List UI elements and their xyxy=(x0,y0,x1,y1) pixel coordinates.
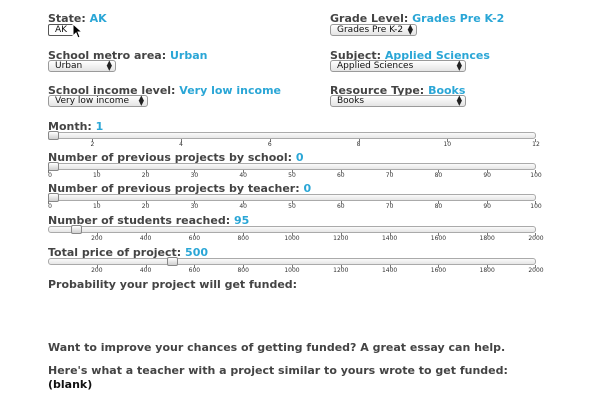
slider-track[interactable] xyxy=(48,163,536,170)
slider-tick-label: 20 xyxy=(141,203,150,210)
slider-tick-label: 1600 xyxy=(430,235,447,242)
slider-tick-label: 30 xyxy=(190,203,199,210)
slider-tick-label: 30 xyxy=(190,172,199,179)
slider-track[interactable] xyxy=(48,132,536,139)
slider-tick-label: 1800 xyxy=(479,267,495,274)
slider-tick-label: 200 xyxy=(91,235,103,242)
slider-tick-label: 1800 xyxy=(479,235,495,242)
slider-tick-label: 600 xyxy=(188,235,201,242)
essay-heading: Here's what a teacher with a project sim… xyxy=(48,364,508,377)
slider-tick-label: 400 xyxy=(139,267,152,274)
slider-tick-label: 2000 xyxy=(528,235,544,242)
slider-tick-label: 0 xyxy=(48,203,52,210)
slider-tick-label: 800 xyxy=(237,267,249,274)
slider-tick-label: 100 xyxy=(530,203,542,210)
metro-value: Urban xyxy=(169,49,208,62)
slider-tick-label: 70 xyxy=(385,172,394,179)
slider-tick-label: 2 xyxy=(90,141,95,148)
slider-handle[interactable] xyxy=(48,131,59,140)
select-arrows-icon: ▲ ▼ xyxy=(407,23,413,36)
state-value: AK xyxy=(89,12,107,25)
improve-text: Want to improve your chances of getting … xyxy=(48,341,506,354)
slider-tick-label: 4 xyxy=(179,141,183,148)
slider-handle[interactable] xyxy=(167,257,179,266)
slider-tick-label: 1400 xyxy=(381,267,398,274)
mouse-cursor-icon xyxy=(72,23,84,39)
slider-track[interactable] xyxy=(48,226,536,233)
slider-tick-label: 0 xyxy=(48,172,52,179)
metro-select[interactable]: Urban ▲ ▼ xyxy=(48,60,116,72)
select-arrows-icon: ▲ ▼ xyxy=(106,59,112,72)
slider-tick-label: 10 xyxy=(443,141,452,148)
slider-tick-label: 1200 xyxy=(333,267,349,274)
state-select[interactable]: AK xyxy=(48,24,74,36)
slider-tick-label: 800 xyxy=(237,235,249,242)
grade-value: Grades Pre K-2 xyxy=(412,12,505,25)
select-arrows-icon: ▲ ▼ xyxy=(456,94,462,107)
essay-text: (blank) xyxy=(48,378,93,391)
resource-select[interactable]: Books ▲ ▼ xyxy=(330,95,466,107)
slider-tick-label: 90 xyxy=(483,203,492,210)
slider-tick-label: 200 xyxy=(91,267,103,274)
probability-label: Probability your project will get funded… xyxy=(48,278,298,291)
slider-tick-label: 40 xyxy=(239,203,248,210)
slider-tick-label: 2000 xyxy=(528,267,544,274)
slider-tick-label: 70 xyxy=(385,203,394,210)
select-arrows-icon: ▲ ▼ xyxy=(138,94,144,107)
income-select[interactable]: Very low income ▲ ▼ xyxy=(48,95,148,107)
slider-tick-label: 1600 xyxy=(430,267,447,274)
slider-tick-label: 600 xyxy=(188,267,201,274)
slider-handle[interactable] xyxy=(48,162,59,171)
slider-tick-label: 60 xyxy=(336,203,345,210)
slider-tick-label: 50 xyxy=(288,172,296,179)
slider-track[interactable] xyxy=(48,194,536,201)
subject-select[interactable]: Applied Sciences ▲ ▼ xyxy=(330,60,466,72)
select-arrows-icon: ▲ ▼ xyxy=(456,59,462,72)
slider-tick-label: 8 xyxy=(356,141,361,148)
slider-tick-label: 40 xyxy=(239,172,248,179)
slider-tick-label: 1200 xyxy=(333,235,349,242)
slider-tick-label: 90 xyxy=(483,172,492,179)
slider-track[interactable] xyxy=(48,258,536,265)
grade-select[interactable]: Grades Pre K-2 ▲ ▼ xyxy=(330,24,417,36)
slider-handle[interactable] xyxy=(48,193,59,202)
slider-handle[interactable] xyxy=(70,225,82,234)
slider-tick-label: 1000 xyxy=(284,235,300,242)
slider-tick-label: 1000 xyxy=(284,267,300,274)
slider-tick-label: 80 xyxy=(434,172,443,179)
slider-tick-label: 10 xyxy=(92,203,101,210)
slider-tick-label: 80 xyxy=(434,203,443,210)
slider-tick-label: 6 xyxy=(267,141,272,148)
slider-tick-label: 100 xyxy=(530,172,542,179)
slider-tick-label: 20 xyxy=(141,172,150,179)
slider-tick-label: 60 xyxy=(336,172,345,179)
income-value: Very low income xyxy=(179,84,282,97)
slider-tick-label: 10 xyxy=(92,172,101,179)
slider-tick-label: 50 xyxy=(288,203,296,210)
slider-tick-label: 12 xyxy=(532,141,540,148)
slider-tick-label: 1400 xyxy=(381,235,398,242)
slider-tick-label: 400 xyxy=(139,235,152,242)
